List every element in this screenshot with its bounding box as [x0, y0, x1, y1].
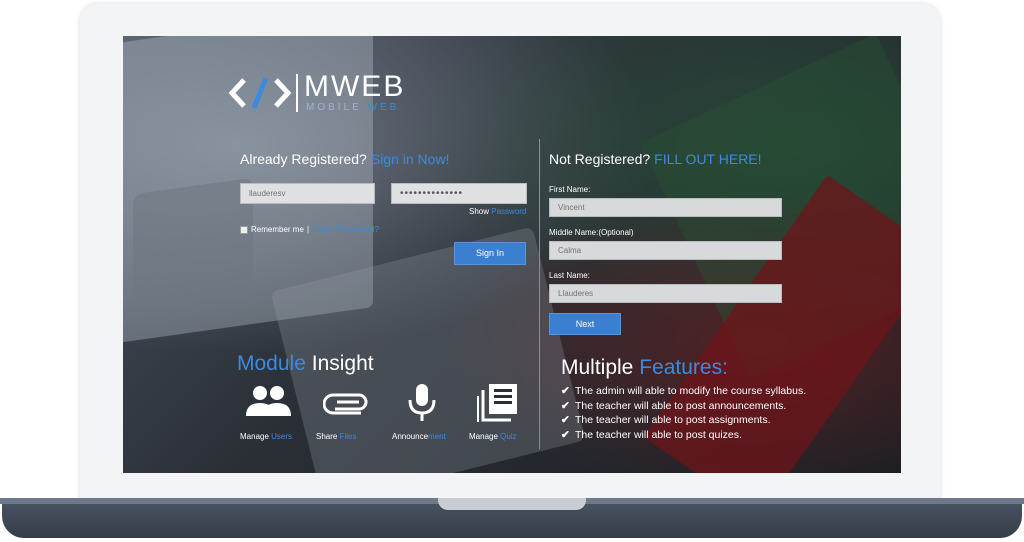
sign-in-heading: Already Registered? Sign in Now!	[240, 151, 449, 167]
logo-title: MWEB	[304, 70, 406, 103]
show-label: Show	[469, 207, 490, 216]
middle-name-input[interactable]: Calma	[549, 241, 782, 260]
features-title-accent: Features:	[639, 356, 728, 379]
logo-subtitle: MOBILE WEB	[306, 103, 399, 113]
last-name-input[interactable]: Llauderes	[549, 284, 782, 303]
feature-item: ✔ The teacher will able to post assignmen…	[561, 413, 806, 428]
fill-out-here-link[interactable]: FILL OUT HERE!	[654, 151, 761, 167]
laptop-screen: MWEB MOBILE WEB Already Registered? Sign …	[123, 36, 901, 473]
share-files-accent: Files	[339, 432, 357, 441]
register-heading-text: Not Registered?	[549, 151, 651, 167]
users-icon[interactable]	[244, 384, 292, 420]
next-button[interactable]: Next	[549, 313, 621, 335]
features-title-rest: Multiple	[561, 356, 634, 379]
show-password-toggle[interactable]: Show Password	[469, 207, 526, 216]
feature-item: ✔ The teacher will able to post quizes.	[561, 428, 806, 443]
register-heading: Not Registered? FILL OUT HERE!	[549, 151, 762, 167]
logo-divider	[296, 74, 298, 112]
manage-quiz-accent: Quiz	[500, 432, 517, 441]
forgot-password-link[interactable]: Forgot Password?	[314, 225, 379, 234]
microphone-icon[interactable]	[407, 383, 437, 423]
first-name-input[interactable]: Vincent	[549, 198, 782, 217]
mweb-logo: MWEB MOBILE WEB	[228, 70, 418, 114]
username-input[interactable]: llauderesv	[240, 183, 375, 204]
checkmark-icon: ✔	[561, 428, 570, 441]
feature-item: ✔ The teacher will able to post announcem…	[561, 399, 806, 414]
paperclip-icon[interactable]	[323, 391, 369, 415]
announcement-label[interactable]: Announcement	[392, 432, 446, 441]
password-link: Password	[491, 207, 527, 216]
quiz-icon[interactable]	[477, 382, 519, 422]
separator: |	[307, 225, 310, 234]
feature-text: The admin will able to modify the course…	[575, 385, 807, 397]
checkmark-icon: ✔	[561, 399, 570, 412]
features-list: ✔ The admin will able to modify the cours…	[561, 384, 806, 442]
module-insight-title: Module Insight	[237, 352, 374, 376]
last-name-label: Last Name:	[549, 271, 590, 280]
sign-in-heading-text: Already Registered?	[240, 151, 367, 167]
background-trackpad-image	[133, 177, 253, 305]
logo-subtitle-web: WEB	[367, 102, 400, 113]
first-name-label: First Name:	[549, 185, 591, 194]
share-files-label[interactable]: Share Files	[316, 432, 356, 441]
sign-in-now-link[interactable]: Sign in Now!	[371, 151, 450, 167]
announcement-accent: ment	[428, 432, 446, 441]
feature-text: The teacher will able to post quizes.	[575, 428, 742, 441]
module-title-rest: Insight	[311, 352, 374, 375]
password-input[interactable]: ••••••••••••••	[391, 183, 527, 204]
laptop-notch	[438, 498, 586, 510]
manage-quiz-label[interactable]: Manage Quiz	[469, 432, 517, 441]
sign-in-button[interactable]: Sign In	[454, 242, 526, 265]
checkmark-icon: ✔	[561, 414, 570, 426]
logo-subtitle-mobile: MOBILE	[306, 102, 362, 113]
module-title-accent: Module	[237, 352, 306, 375]
share-files-prefix: Share	[316, 432, 338, 441]
feature-text: The teacher will able to post announceme…	[575, 399, 787, 412]
feature-text: The teacher will able to post assignment…	[575, 414, 771, 426]
code-brackets-icon	[228, 77, 292, 109]
checkmark-icon: ✔	[561, 385, 570, 397]
manage-users-label[interactable]: Manage Users	[240, 432, 292, 441]
manage-users-prefix: Manage	[240, 432, 269, 441]
announcement-prefix: Announce	[392, 432, 429, 441]
manage-users-accent: Users	[271, 432, 293, 441]
manage-quiz-prefix: Manage	[469, 432, 498, 441]
vertical-divider	[539, 139, 540, 449]
remember-me-checkbox[interactable]	[240, 226, 248, 234]
remember-me-label: Remember me	[251, 225, 304, 234]
middle-name-label: Middle Name:(Optional)	[549, 228, 634, 237]
multiple-features-title: Multiple Features:	[561, 356, 728, 380]
feature-item: ✔ The admin will able to modify the cours…	[561, 384, 806, 399]
